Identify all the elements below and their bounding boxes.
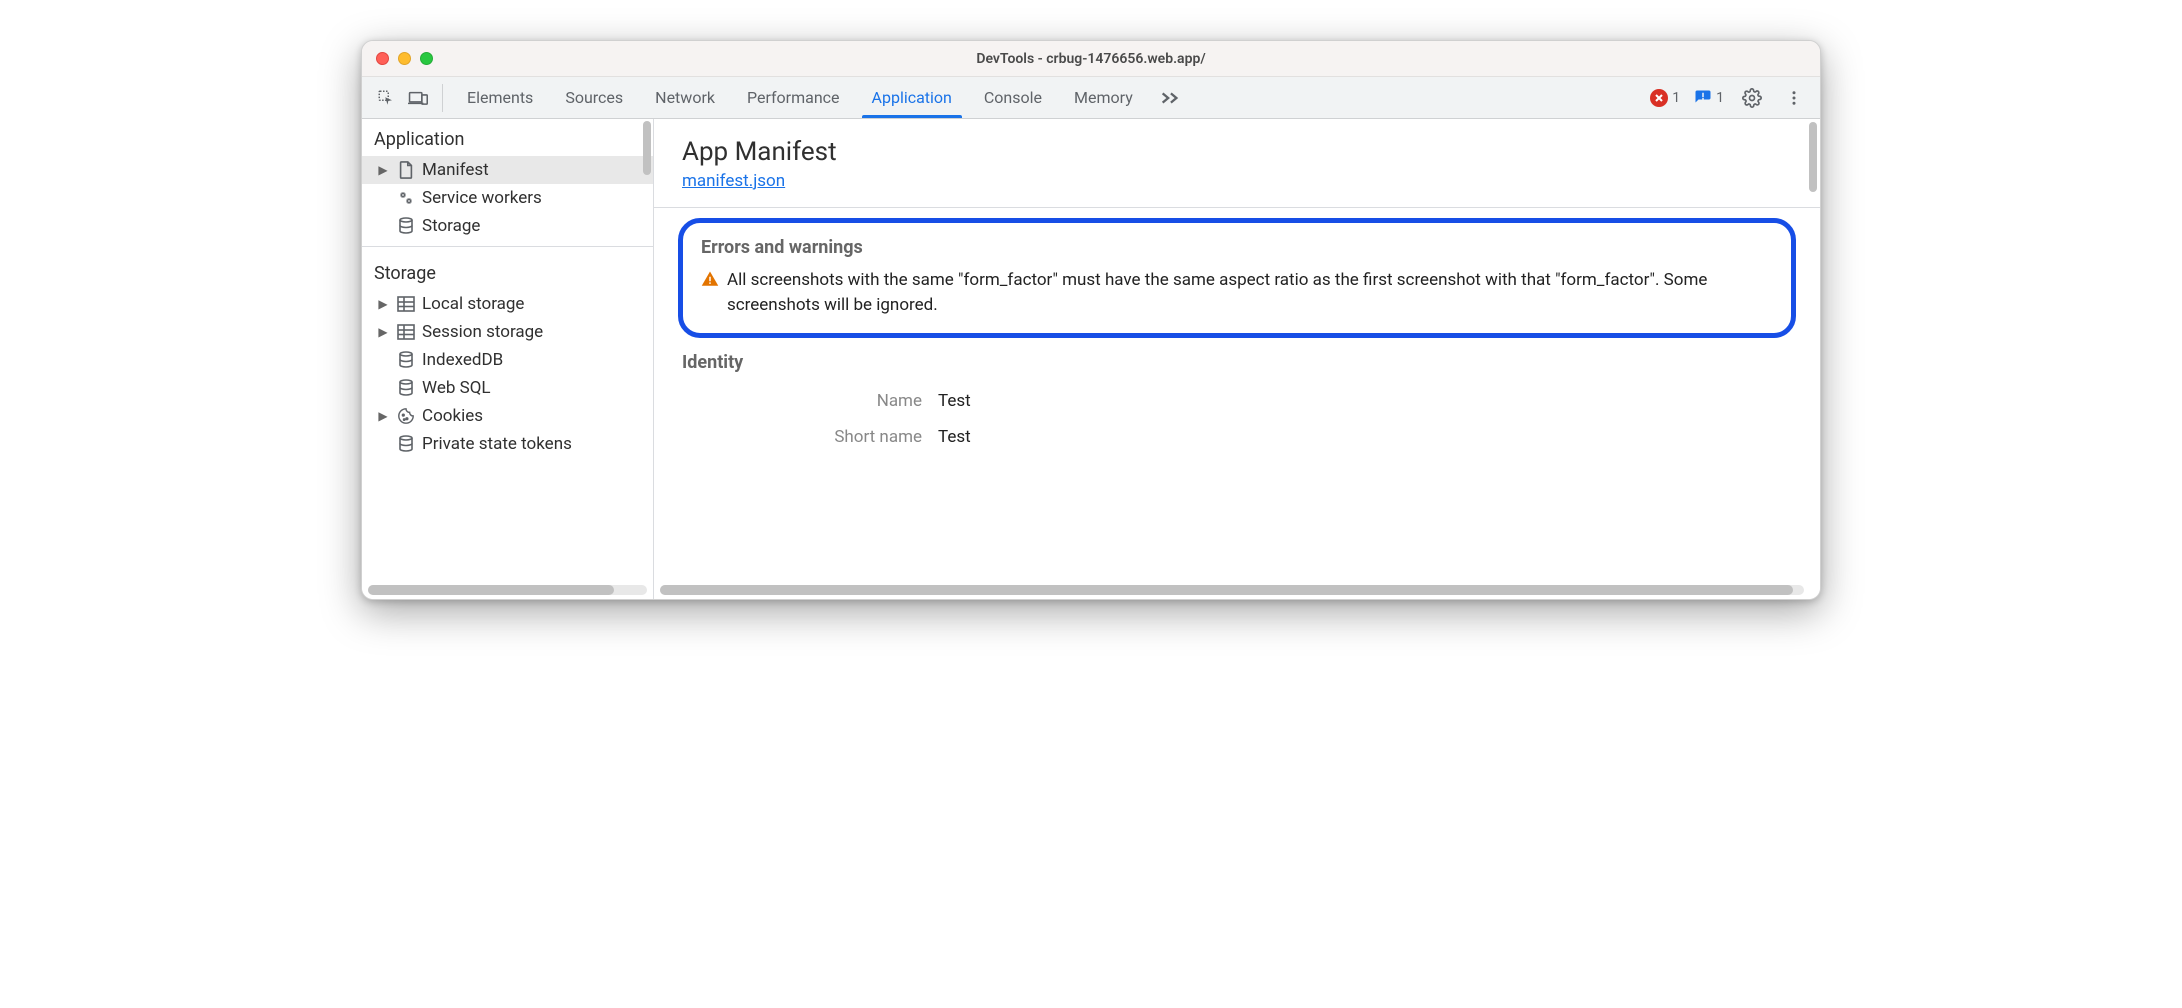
- field-value: Test: [938, 391, 971, 411]
- error-count: 1: [1672, 90, 1680, 106]
- sidebar-item-websql[interactable]: ▶ Web SQL: [362, 374, 653, 402]
- toolbar-right: 1 1: [1650, 84, 1814, 112]
- sidebar-item-label: Web SQL: [422, 378, 491, 398]
- chevron-right-icon: ▶: [376, 409, 390, 423]
- file-icon: [396, 160, 416, 180]
- chevron-right-icon: ▶: [376, 297, 390, 311]
- sidebar-horizontal-scrollbar[interactable]: [368, 585, 647, 595]
- main-vertical-scrollbar[interactable]: [1809, 122, 1817, 192]
- table-icon: [396, 294, 416, 314]
- sidebar-item-local-storage[interactable]: ▶ Local storage: [362, 290, 653, 318]
- panel-tabs: Elements Sources Network Performance App…: [451, 77, 1149, 118]
- main-horizontal-scrollbar[interactable]: [660, 585, 1804, 595]
- sidebar-item-label: Cookies: [422, 406, 483, 426]
- table-icon: [396, 322, 416, 342]
- error-icon: [1650, 89, 1668, 107]
- errors-badge[interactable]: 1: [1650, 89, 1680, 107]
- identity-field-short-name: Short name Test: [682, 419, 1792, 455]
- sidebar-item-label: IndexedDB: [422, 350, 503, 370]
- content-area: Application ▶ Manifest ▶ Service workers…: [362, 119, 1820, 599]
- sidebar-item-cookies[interactable]: ▶ Cookies: [362, 402, 653, 430]
- page-title: App Manifest: [682, 137, 1792, 167]
- chevron-right-icon: ▶: [376, 163, 390, 177]
- sidebar-item-label: Session storage: [422, 322, 543, 342]
- warning-icon: [701, 270, 719, 317]
- inspect-element-icon[interactable]: [372, 84, 400, 112]
- more-options-icon[interactable]: [1780, 84, 1808, 112]
- manifest-link[interactable]: manifest.json: [682, 171, 785, 191]
- sidebar-section-application: Application: [362, 119, 653, 156]
- sidebar-item-private-state-tokens[interactable]: ▶ Private state tokens: [362, 430, 653, 458]
- more-tabs-button[interactable]: [1149, 90, 1191, 106]
- titlebar: DevTools - crbug-1476656.web.app/: [362, 41, 1820, 77]
- minimize-window-button[interactable]: [398, 52, 411, 65]
- field-label: Short name: [682, 427, 922, 447]
- settings-icon[interactable]: [1738, 84, 1766, 112]
- sidebar-item-manifest[interactable]: ▶ Manifest: [362, 156, 653, 184]
- chevron-right-icon: ▶: [376, 325, 390, 339]
- gears-icon: [396, 188, 416, 208]
- sidebar-item-storage[interactable]: ▶ Storage: [362, 212, 653, 240]
- maximize-window-button[interactable]: [420, 52, 433, 65]
- sidebar-item-label: Manifest: [422, 160, 489, 180]
- cookie-icon: [396, 406, 416, 426]
- sidebar-item-service-workers[interactable]: ▶ Service workers: [362, 184, 653, 212]
- tab-elements[interactable]: Elements: [451, 77, 549, 118]
- window-title: DevTools - crbug-1476656.web.app/: [362, 51, 1820, 67]
- close-window-button[interactable]: [376, 52, 389, 65]
- sidebar-item-label: Storage: [422, 216, 480, 236]
- issue-count: 1: [1716, 90, 1724, 106]
- database-icon: [396, 434, 416, 454]
- devtools-toolbar: Elements Sources Network Performance App…: [362, 77, 1820, 119]
- warning-text: All screenshots with the same "form_fact…: [727, 268, 1773, 317]
- devtools-window: DevTools - crbug-1476656.web.app/ Elemen…: [361, 40, 1821, 600]
- warning-row: All screenshots with the same "form_fact…: [701, 268, 1773, 317]
- application-sidebar: Application ▶ Manifest ▶ Service workers…: [362, 119, 654, 599]
- device-toolbar-icon[interactable]: [404, 84, 432, 112]
- sidebar-item-indexeddb[interactable]: ▶ IndexedDB: [362, 346, 653, 374]
- field-label: Name: [682, 391, 922, 411]
- issue-icon: [1694, 89, 1712, 107]
- tab-performance[interactable]: Performance: [731, 77, 856, 118]
- sidebar-vertical-scrollbar[interactable]: [643, 121, 651, 175]
- sidebar-item-label: Service workers: [422, 188, 542, 208]
- database-icon: [396, 216, 416, 236]
- toolbar-left-tools: [368, 84, 443, 112]
- manifest-panel: App Manifest manifest.json Errors and wa…: [654, 119, 1820, 599]
- sidebar-item-session-storage[interactable]: ▶ Session storage: [362, 318, 653, 346]
- tab-console[interactable]: Console: [968, 77, 1058, 118]
- sidebar-section-storage: Storage: [362, 253, 653, 290]
- errors-warnings-title: Errors and warnings: [701, 237, 1773, 258]
- window-controls: [362, 52, 433, 65]
- tab-application[interactable]: Application: [856, 77, 968, 118]
- field-value: Test: [938, 427, 971, 447]
- issues-badge[interactable]: 1: [1694, 89, 1724, 107]
- identity-title: Identity: [682, 352, 1792, 373]
- tab-network[interactable]: Network: [639, 77, 731, 118]
- sidebar-item-label: Local storage: [422, 294, 524, 314]
- tab-sources[interactable]: Sources: [549, 77, 639, 118]
- database-icon: [396, 378, 416, 398]
- tab-memory[interactable]: Memory: [1058, 77, 1149, 118]
- sidebar-item-label: Private state tokens: [422, 434, 572, 454]
- database-icon: [396, 350, 416, 370]
- identity-field-name: Name Test: [682, 383, 1792, 419]
- errors-warnings-section: Errors and warnings All screenshots with…: [678, 218, 1796, 338]
